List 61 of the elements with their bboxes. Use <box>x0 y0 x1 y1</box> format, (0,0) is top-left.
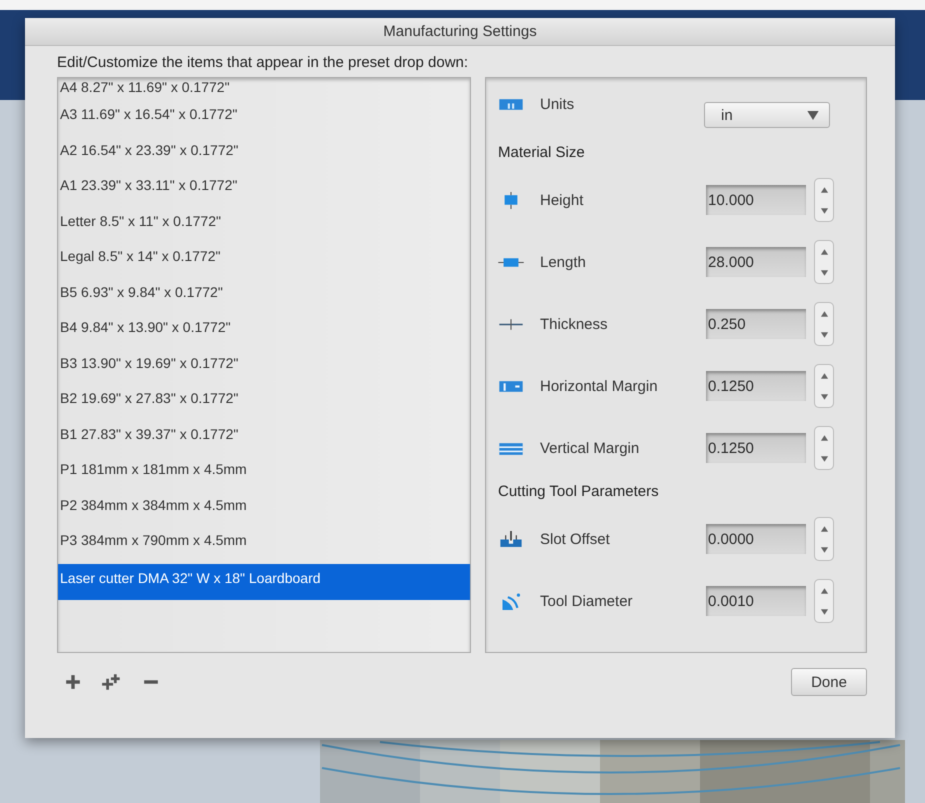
preset-item[interactable]: B4 9.84" x 13.90" x 0.1772" <box>58 315 470 350</box>
stepper-control[interactable] <box>814 240 834 284</box>
up-arrow-icon[interactable] <box>820 310 828 318</box>
down-arrow-icon[interactable] <box>820 392 828 400</box>
down-arrow-icon[interactable] <box>820 546 828 554</box>
down-arrow-icon[interactable] <box>820 454 828 462</box>
setting-label: Slot Offset <box>540 530 611 548</box>
stepper-control[interactable] <box>814 426 834 470</box>
preset-item[interactable]: A2 16.54" x 23.39" x 0.1772" <box>58 138 470 173</box>
preset-item[interactable]: P2 384mm x 384mm x 4.5mm <box>58 492 470 528</box>
add-icon[interactable] <box>65 674 81 690</box>
up-arrow-icon[interactable] <box>820 586 828 594</box>
setting-label: Thickness <box>540 316 609 332</box>
preset-item[interactable]: A4 8.27" x 11.69" x 0.1772" <box>58 78 470 102</box>
number-field[interactable]: 0.1250 <box>706 371 806 401</box>
up-arrow-icon[interactable] <box>820 248 828 256</box>
units-dropdown[interactable]: in <box>704 102 830 128</box>
preset-item[interactable]: B3 13.90" x 19.69" x 0.1772" <box>58 350 470 386</box>
down-arrow-icon[interactable] <box>820 268 828 276</box>
setting-label: Units <box>540 96 576 113</box>
number-field[interactable]: 0.0000 <box>706 524 806 554</box>
stepper-control[interactable] <box>814 364 834 408</box>
up-arrow-icon[interactable] <box>820 434 828 442</box>
preset-item[interactable]: P1 181mm x 181mm x 4.5mm <box>58 457 470 492</box>
slot-icon <box>498 530 524 548</box>
stepper-control[interactable] <box>814 302 834 346</box>
preset-item[interactable]: B2 19.69" x 27.83" x 0.1772" <box>58 386 470 422</box>
number-field[interactable]: 28.000 <box>706 247 806 277</box>
preset-item[interactable]: A1 23.39" x 33.11" x 0.1772" <box>58 173 470 208</box>
number-field[interactable]: 0.1250 <box>706 433 806 463</box>
preset-item[interactable]: Laser cutter DMA 32" W x 18" Loardboard <box>58 564 470 600</box>
up-arrow-icon[interactable] <box>820 372 828 380</box>
section-heading: Material Size <box>498 144 586 161</box>
stepper-control[interactable] <box>814 178 834 222</box>
done-button[interactable]: Done <box>791 668 867 696</box>
instruction-text: Edit/Customize the items that appear in the preset drop down: <box>57 54 470 71</box>
number-field[interactable]: 0.250 <box>706 309 806 339</box>
setting-label: Horizontal Margin <box>540 378 659 394</box>
stepper-control[interactable] <box>814 579 834 623</box>
setting-label: Vertical Margin <box>540 440 640 456</box>
section-heading: Cutting Tool Parameters <box>498 483 660 500</box>
preset-item[interactable]: B1 27.83" x 39.37" x 0.1772" <box>58 422 470 457</box>
down-arrow-icon[interactable] <box>820 608 828 616</box>
preset-item[interactable]: P3 384mm x 790mm x 4.5mm <box>58 528 470 564</box>
number-field[interactable]: 10.000 <box>706 185 806 215</box>
window-title: Manufacturing Settings <box>383 23 537 40</box>
number-field[interactable]: 0.0010 <box>706 586 806 616</box>
setting-label: Tool Diameter <box>540 592 634 610</box>
preset-item[interactable]: B5 6.93" x 9.84" x 0.1772" <box>58 280 470 315</box>
down-arrow-icon[interactable] <box>820 206 828 214</box>
stepper-control[interactable] <box>814 517 834 561</box>
setting-label: Length <box>540 254 587 270</box>
units-icon <box>498 96 524 113</box>
down-arrow-icon[interactable] <box>820 330 828 338</box>
preset-item[interactable]: A3 11.69" x 16.54" x 0.1772" <box>58 102 470 138</box>
preset-item[interactable]: Legal 8.5" x 14" x 0.1772" <box>58 244 470 280</box>
up-arrow-icon[interactable] <box>820 186 828 194</box>
preset-item[interactable]: Letter 8.5" x 11" x 0.1772" <box>58 208 470 244</box>
setting-label: Height <box>540 192 584 208</box>
up-arrow-icon[interactable] <box>820 524 828 532</box>
caret-icon <box>807 110 819 120</box>
